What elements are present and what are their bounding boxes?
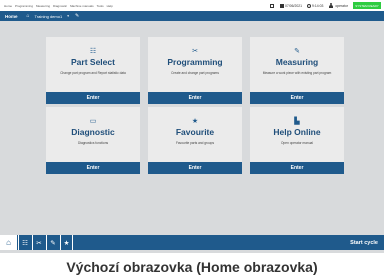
menu-item-tools[interactable]: Tools <box>97 4 104 8</box>
enter-button[interactable]: Enter <box>46 162 140 174</box>
user-icon <box>328 3 333 8</box>
system-status-badge: SYSTEM READY <box>353 2 381 9</box>
enter-button[interactable]: Enter <box>148 92 242 104</box>
chevron-down-icon[interactable]: ▾ <box>67 14 69 18</box>
time-display: 9:14:03 <box>307 3 324 8</box>
user-name: operator <box>335 3 348 8</box>
tile-part-select[interactable]: ☷ Part Select Change part program and Re… <box>46 37 140 104</box>
tools-icon[interactable]: ✂ <box>32 235 45 250</box>
enter-button[interactable]: Enter <box>250 162 344 174</box>
tile-diagnostic[interactable]: ▭ Diagnostic Diagnostics functions Enter <box>46 107 140 174</box>
home-icon[interactable]: ⌂ <box>0 235 17 250</box>
tile-title: Measuring <box>275 57 319 67</box>
list-icon[interactable]: ☷ <box>18 235 31 250</box>
user-display[interactable]: operator <box>328 3 348 8</box>
star-icon[interactable]: ★ <box>60 235 73 250</box>
window-icon[interactable] <box>270 3 275 8</box>
menu-item-programming[interactable]: Programming <box>15 4 33 8</box>
enter-button[interactable]: Enter <box>250 92 344 104</box>
tile-help-online[interactable]: ▙ Help Online Open operator manual Enter <box>250 107 344 174</box>
nav-bar: Home ⌂ Training demo1 ▾ ✎ <box>0 11 384 21</box>
menu-item-measuring[interactable]: Measuring <box>36 4 50 8</box>
time-text: 9:14:03 <box>312 3 324 8</box>
probe-icon[interactable]: ✎ <box>46 235 59 250</box>
enter-button[interactable]: Enter <box>148 162 242 174</box>
menu-item-diagnostic[interactable]: Diagnostic <box>53 4 67 8</box>
program-name[interactable]: Training demo1 <box>35 14 63 19</box>
pencil-icon[interactable]: ✎ <box>75 13 79 19</box>
enter-button[interactable]: Enter <box>46 92 140 104</box>
bottom-toolbar: ⌂ ☷ ✂ ✎ ★ Start cycle <box>0 235 384 250</box>
monitor-icon: ▭ <box>89 118 97 125</box>
menu-item-help[interactable]: Help <box>107 4 113 8</box>
star-icon: ★ <box>191 118 199 125</box>
tile-description: Measure a work piece with existing part … <box>262 71 332 75</box>
tile-title: Favourite <box>175 127 215 137</box>
app-screen: Home Programming Measuring Diagnostic Ma… <box>0 0 384 253</box>
date-display: 07/06/2021 <box>280 3 303 8</box>
nav-home-label[interactable]: Home <box>5 14 18 19</box>
date-text: 07/06/2021 <box>285 3 303 8</box>
menu-item-home[interactable]: Home <box>4 4 12 8</box>
tile-title: Help Online <box>273 127 321 137</box>
tile-measuring[interactable]: ✎ Measuring Measure a work piece with ex… <box>250 37 344 104</box>
menu-bar: Home Programming Measuring Diagnostic Ma… <box>0 0 384 11</box>
caption-text: Výchozí obrazovka (Home obrazovka) <box>66 259 318 275</box>
tile-description: Create and change part programs <box>171 71 219 75</box>
tile-programming[interactable]: ✂ Programming Create and change part pro… <box>148 37 242 104</box>
tile-favourite[interactable]: ★ Favourite Favourite parts and groups E… <box>148 107 242 174</box>
tile-description: Diagnostics functions <box>77 141 109 145</box>
probe-icon: ✎ <box>294 48 300 55</box>
start-cycle-button[interactable]: Start cycle <box>350 235 378 250</box>
tile-title: Diagnostic <box>71 127 115 137</box>
tile-description: Change part program and Report statistic… <box>60 71 126 75</box>
book-icon: ▙ <box>294 118 300 125</box>
calendar-icon <box>280 3 285 8</box>
status-area: 07/06/2021 9:14:03 operator SYSTEM READY <box>270 0 384 11</box>
clock-icon <box>307 3 312 8</box>
tile-description: Favourite parts and groups <box>175 141 215 145</box>
home-icon[interactable]: ⌂ <box>27 13 30 19</box>
tile-title: Part Select <box>71 57 115 67</box>
list-icon: ☷ <box>89 48 97 55</box>
menu-item-machine-manuals[interactable]: Machine manuals <box>70 4 94 8</box>
tile-title: Programming <box>167 57 223 67</box>
tools-icon: ✂ <box>192 48 198 55</box>
tile-description: Open operator manual <box>281 141 313 145</box>
